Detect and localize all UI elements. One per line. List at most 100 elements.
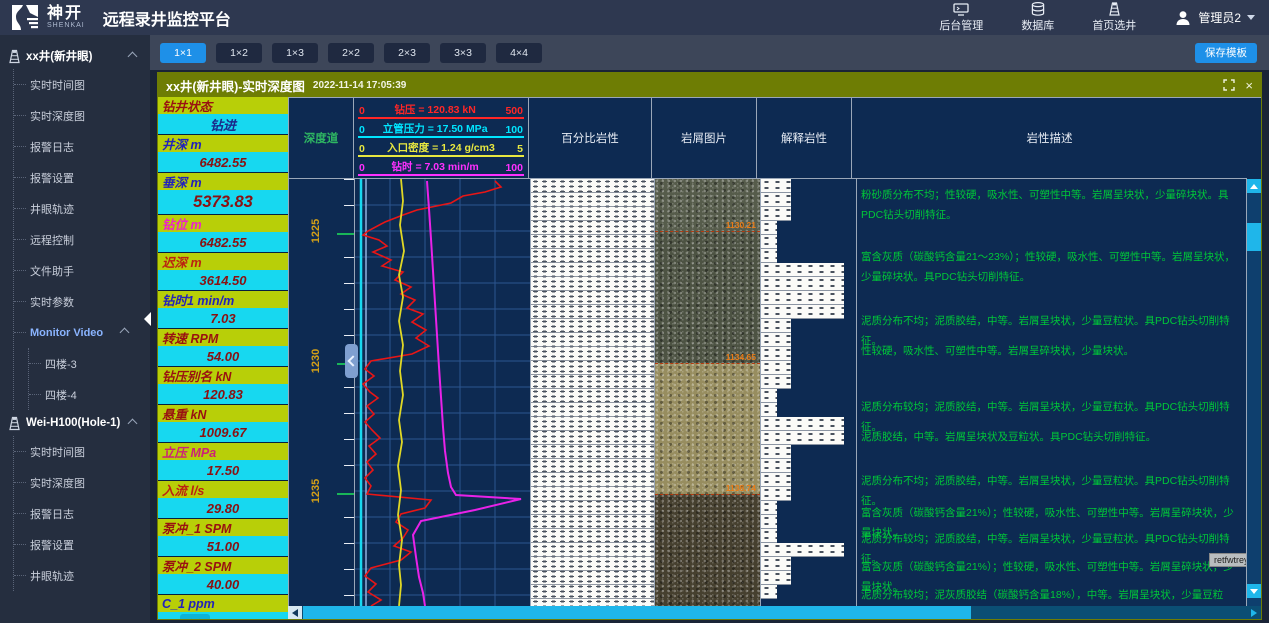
param-row-钻压别名 kN: 钻压别名 kN120.83: [158, 367, 288, 405]
param-row-C_1 ppm: C_1 ppm---: [158, 595, 288, 619]
save-template-button[interactable]: 保存模板: [1195, 43, 1257, 63]
depth-track-header: 深度道: [288, 97, 353, 179]
collapse-chevron-icon: [128, 418, 138, 428]
lithology-description-column: 粉砂质分布不均；性较硬，吸水性、可塑性中等。岩屑呈块状，少量碎块状。具PDC钻头…: [856, 179, 1247, 606]
realtime-depth-panel: xx井(新井眼)-实时深度图 2022-11-14 17:05:39 × 钻井状…: [157, 72, 1262, 620]
interp-lithology-cell: [761, 543, 844, 557]
curve-legend: 0钻压 = 120.83 kN5000立管压力 = 17.50 MPa1000入…: [353, 97, 528, 179]
scroll-left-button[interactable]: [288, 606, 302, 619]
interp-lithology-cell: [761, 277, 844, 291]
percent-lithology-header: 百分比岩性: [528, 97, 651, 179]
nav-backend-admin[interactable]: 后台管理: [939, 3, 983, 33]
depth-major-tick: [337, 493, 354, 495]
layout-button-1x3[interactable]: 1×3: [272, 43, 318, 63]
horizontal-scroll-thumb[interactable]: [303, 606, 971, 619]
legend-row-立管压力[interactable]: 0立管压力 = 17.50 MPa100: [358, 119, 524, 138]
depth-minor-tick: [344, 179, 354, 180]
depth-label: 1235: [310, 479, 322, 503]
param-label: 井深 m: [158, 135, 288, 152]
chevron-down-icon: [1247, 15, 1255, 20]
tree-item-报警日志[interactable]: 报警日志: [14, 131, 150, 162]
scroll-up-button[interactable]: [1247, 179, 1261, 193]
layout-button-1x2[interactable]: 1×2: [216, 43, 262, 63]
lithology-description: 富含灰质（碳酸钙含量21～23%）；性较硬，吸水性、可塑性中等。岩屑呈块状，少量…: [861, 247, 1240, 288]
param-row-泵冲_2 SPM: 泵冲_2 SPM40.00: [158, 557, 288, 595]
well-node-Wei-H100(Hole-1)[interactable]: Wei-H100(Hole-1): [0, 410, 150, 436]
shenkai-logo-icon: [10, 4, 40, 32]
param-row-悬重 kN: 悬重 kN1009.67: [158, 405, 288, 443]
lithology-description: 泥质分布较均；泥灰质胶结（碳酸钙含量18%），中等。岩屑呈块状，少量豆粒状。具P…: [861, 585, 1240, 606]
param-label: 泵冲_1 SPM: [158, 519, 288, 536]
tree-item-井眼轨迹[interactable]: 井眼轨迹: [14, 193, 150, 224]
interp-lithology-cell: [761, 515, 777, 529]
photo-depth-line: [655, 231, 760, 232]
tree-item-四楼-3[interactable]: 四楼-3: [29, 348, 150, 379]
interp-lithology-cell: [761, 221, 777, 235]
param-value: 5373.83: [158, 190, 288, 214]
tree-item-monitor-video[interactable]: Monitor Video: [14, 317, 150, 348]
tree-item-实时深度图[interactable]: 实时深度图: [14, 467, 150, 498]
user-menu[interactable]: 管理员2: [1174, 9, 1255, 27]
scroll-right-button[interactable]: [1247, 606, 1261, 619]
layout-button-3x3[interactable]: 3×3: [440, 43, 486, 63]
legend-row-钻压[interactable]: 0钻压 = 120.83 kN500: [358, 100, 524, 119]
param-label: 立压 MPa: [158, 443, 288, 460]
interp-lithology-cell: [761, 459, 791, 473]
top-header-bar: 神开 SHENKAI 远程录井监控平台 后台管理 数据库: [0, 0, 1269, 35]
horizontal-scrollbar[interactable]: [288, 606, 1261, 619]
depth-minor-tick: [344, 439, 354, 440]
tree-item-报警设置[interactable]: 报警设置: [14, 529, 150, 560]
scroll-down-button[interactable]: [1247, 584, 1261, 598]
param-row-钻时1 min/m: 钻时1 min/m7.03: [158, 291, 288, 329]
param-row-入流 l/s: 入流 l/s29.80: [158, 481, 288, 519]
layout-button-2x3[interactable]: 2×3: [384, 43, 430, 63]
param-label: 悬重 kN: [158, 405, 288, 422]
param-label: 迟深 m: [158, 253, 288, 270]
sidebar-collapse-arrow[interactable]: [144, 312, 151, 326]
layout-button-2x2[interactable]: 2×2: [328, 43, 374, 63]
cuttings-photo: [655, 231, 760, 363]
tree-item-远程控制[interactable]: 远程控制: [14, 224, 150, 255]
well-tree-sidebar: xx井(新井眼)实时时间图实时深度图报警日志报警设置井眼轨迹远程控制文件助手实时…: [0, 35, 150, 623]
chart-header-row: 深度道 0钻压 = 120.83 kN5000立管压力 = 17.50 MPa1…: [288, 97, 1261, 179]
interp-lithology-cell: [761, 347, 791, 361]
layout-toolbar: 1×1 1×2 1×3 2×2 2×3 3×3 4×4 保存模板: [150, 35, 1269, 70]
tree-item-实时深度图[interactable]: 实时深度图: [14, 100, 150, 131]
well-node-xx井(新井眼)[interactable]: xx井(新井眼): [0, 43, 150, 69]
curve-plot-area: [354, 179, 530, 606]
param-dropdown-button[interactable]: [180, 614, 210, 619]
nav-database[interactable]: 数据库: [1021, 2, 1054, 33]
collapse-chevron-icon: [128, 51, 138, 61]
fullscreen-icon[interactable]: [1223, 79, 1235, 91]
lithology-description: 泥质胶结，中等。岩屑呈块状及豆粒状。具PDC钻头切削特征。: [861, 427, 1240, 447]
param-value: 6482.55: [158, 232, 288, 252]
param-row-立压 MPa: 立压 MPa17.50: [158, 443, 288, 481]
tree-item-文件助手[interactable]: 文件助手: [14, 255, 150, 286]
tree-item-实时时间图[interactable]: 实时时间图: [14, 436, 150, 467]
tree-item-四楼-4[interactable]: 四楼-4: [29, 379, 150, 410]
interp-lithology-cell: [761, 263, 844, 277]
brand-name-cn: 神开: [47, 6, 85, 22]
tree-item-实时参数[interactable]: 实时参数: [14, 286, 150, 317]
vertical-scroll-thumb[interactable]: [1247, 223, 1261, 251]
nav-home-well-select[interactable]: 首页选井: [1092, 2, 1136, 33]
tree-item-井眼轨迹[interactable]: 井眼轨迹: [14, 560, 150, 591]
layout-button-1x1[interactable]: 1×1: [160, 43, 206, 63]
collapse-chevron-icon: [120, 328, 130, 338]
legend-row-钻时[interactable]: 0钻时 = 7.03 min/m100: [358, 157, 524, 176]
plot-collapse-handle[interactable]: [345, 344, 358, 378]
legend-row-入口密度[interactable]: 0入口密度 = 1.24 g/cm35: [358, 138, 524, 157]
param-value: 54.00: [158, 346, 288, 366]
tree-item-报警设置[interactable]: 报警设置: [14, 162, 150, 193]
parameter-column: 钻井状态钻进井深 m6482.55垂深 m5373.83钻位 m6482.55迟…: [158, 97, 288, 619]
close-icon[interactable]: ×: [1245, 79, 1253, 92]
param-value: 17.50: [158, 460, 288, 480]
interp-lithology-cell: [761, 375, 791, 389]
layout-button-4x4[interactable]: 4×4: [496, 43, 542, 63]
tree-item-报警日志[interactable]: 报警日志: [14, 498, 150, 529]
param-label: 转速 RPM: [158, 329, 288, 346]
vertical-scrollbar[interactable]: [1247, 179, 1261, 606]
interp-lithology-cell: [761, 179, 791, 193]
param-row-井深 m: 井深 m6482.55: [158, 135, 288, 173]
tree-item-实时时间图[interactable]: 实时时间图: [14, 69, 150, 100]
